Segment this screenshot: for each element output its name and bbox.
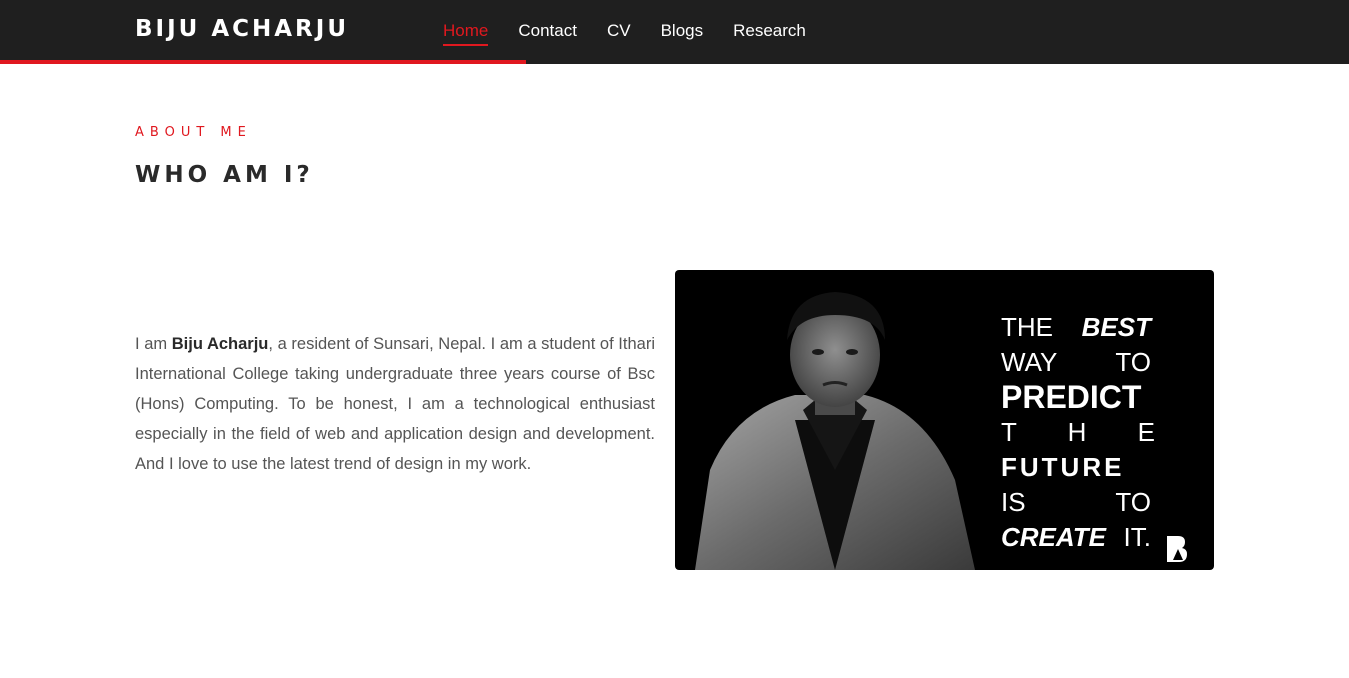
section-title: WHO AM I? (135, 162, 314, 188)
quote-banner-image: THE BEST WAY TO PREDICT T H E FUTURE IS TO … (675, 270, 1214, 570)
quote-word: PREDICT (1001, 379, 1142, 415)
quote-word: BEST (1081, 312, 1151, 342)
portrait-photo (695, 292, 975, 570)
bio-text: , a resident of Sunsari, Nepal. I am a s… (135, 335, 655, 473)
quote-text: THE BEST WAY TO PREDICT T H E FUTURE IS TO … (1001, 310, 1155, 555)
main-nav: Home Contact CV Blogs Research (443, 21, 806, 46)
scroll-progress-bar (0, 60, 527, 64)
bio-name: Biju Acharju (171, 335, 269, 353)
quote-word: WAY (1001, 347, 1058, 377)
quote-word: FUTURE (1001, 452, 1125, 482)
nav-link-research[interactable]: Research (733, 21, 806, 46)
ba-monogram-icon (1167, 536, 1187, 562)
nav-link-cv[interactable]: CV (607, 21, 631, 46)
nav-link-home[interactable]: Home (443, 21, 489, 46)
top-navbar: BIJU ACHARJU Home Contact CV Blogs Resea… (0, 0, 1349, 64)
quote-word: IT. (1123, 522, 1151, 552)
quote-word: TO (1115, 347, 1151, 377)
quote-word: T H E (1001, 417, 1177, 447)
quote-word: IS (1001, 487, 1026, 517)
site-brand-logo[interactable]: BIJU ACHARJU (135, 16, 349, 42)
about-bio: I am Biju Acharju, a resident of Sunsari… (135, 329, 655, 479)
nav-link-blogs[interactable]: Blogs (661, 21, 704, 46)
quote-word: CREATE (1001, 522, 1106, 552)
bio-intro: I am (135, 335, 172, 353)
nav-link-contact[interactable]: Contact (518, 21, 577, 46)
quote-word: THE (1001, 312, 1053, 342)
quote-word: TO (1115, 487, 1151, 517)
section-kicker: ABOUT ME (135, 125, 252, 140)
